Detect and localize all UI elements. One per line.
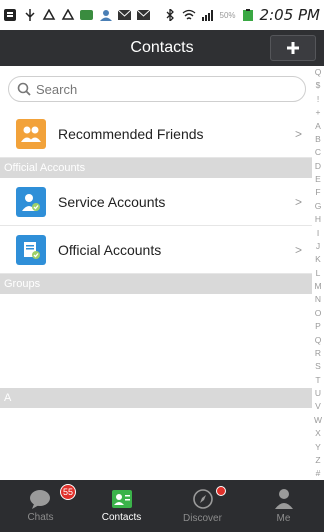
service-accounts-row[interactable]: Service Accounts > xyxy=(0,178,312,226)
recycle-icon xyxy=(61,9,75,20)
index-letter[interactable]: $ xyxy=(316,81,321,90)
tab-me-label: Me xyxy=(276,513,291,524)
recommended-friends-icon xyxy=(16,118,46,149)
index-letter[interactable]: J xyxy=(316,242,320,251)
index-letter[interactable]: E xyxy=(315,175,321,184)
signal-icon xyxy=(201,10,213,21)
contacts-a-list xyxy=(0,408,312,488)
index-letter[interactable]: Q xyxy=(315,68,322,77)
service-accounts-icon xyxy=(16,186,46,217)
tab-contacts[interactable]: Contacts xyxy=(81,480,162,532)
index-letter[interactable]: R xyxy=(315,349,321,358)
status-bar: 50% 2:05 PM xyxy=(0,0,324,30)
bottom-tab-bar: 55 Chats Contacts Discover Me xyxy=(0,480,324,532)
index-letter[interactable]: P xyxy=(315,322,321,331)
email-icon xyxy=(118,9,132,20)
index-letter[interactable]: H xyxy=(315,215,321,224)
section-header-official-accounts: Official Accounts xyxy=(0,158,312,178)
recycle-icon xyxy=(42,9,56,20)
chevron-right-icon: > xyxy=(294,127,302,141)
contacts-card-icon xyxy=(111,490,132,508)
index-letter[interactable]: W xyxy=(314,416,322,425)
tab-me[interactable]: Me xyxy=(243,480,324,532)
official-accounts-label: Official Accounts xyxy=(58,241,162,258)
index-letter[interactable]: + xyxy=(316,108,321,117)
index-letter[interactable]: C xyxy=(315,148,321,157)
add-contact-button[interactable] xyxy=(270,35,316,61)
tab-chats[interactable]: 55 Chats xyxy=(0,480,81,532)
index-letter[interactable]: X xyxy=(315,429,321,438)
index-letter[interactable]: G xyxy=(315,202,322,211)
user-icon xyxy=(100,10,112,21)
tab-chats-label: Chats xyxy=(27,512,54,523)
index-letter[interactable]: K xyxy=(315,255,321,264)
person-icon xyxy=(274,489,293,509)
search-input[interactable] xyxy=(36,81,256,97)
notification-icon xyxy=(4,9,16,21)
groups-list xyxy=(0,294,312,388)
index-letter[interactable]: F xyxy=(315,188,320,197)
index-letter[interactable]: D xyxy=(315,162,321,171)
usb-icon xyxy=(25,9,35,21)
recommended-friends-row[interactable]: Recommended Friends > xyxy=(0,110,312,158)
chevron-right-icon: > xyxy=(294,195,302,209)
section-header-groups: Groups xyxy=(0,274,312,294)
plus-icon xyxy=(287,42,299,54)
tab-discover-label: Discover xyxy=(183,513,222,524)
index-letter[interactable]: ! xyxy=(317,95,319,104)
search-icon xyxy=(17,82,31,96)
index-letter[interactable]: Z xyxy=(315,456,320,465)
clock: 2:05 PM xyxy=(259,6,320,24)
index-letter[interactable]: # xyxy=(316,469,321,478)
search-box[interactable] xyxy=(8,76,306,102)
chat-bubble-icon xyxy=(29,490,50,509)
page-title: Contacts xyxy=(130,39,194,56)
index-letter[interactable]: B xyxy=(315,135,321,144)
app-icon xyxy=(80,10,93,20)
index-letter[interactable]: L xyxy=(316,269,321,278)
index-letter[interactable]: Y xyxy=(315,442,321,452)
index-letter[interactable]: M xyxy=(314,282,321,291)
index-letter[interactable]: A xyxy=(315,121,321,131)
index-letter[interactable]: I xyxy=(317,228,319,238)
bluetooth-icon xyxy=(166,9,174,21)
index-letter[interactable]: T xyxy=(315,376,320,385)
search-bar xyxy=(0,66,312,110)
wifi-icon xyxy=(182,9,195,20)
alphabet-index-bar[interactable]: Q $! + A B C D E F G H I J K L M N O P Q R S T U V W X Y Z # xyxy=(312,66,324,480)
recommended-friends-label: Recommended Friends xyxy=(58,125,204,142)
compass-icon xyxy=(192,489,213,509)
unread-badge: 55 xyxy=(60,484,76,500)
index-letter[interactable]: Q xyxy=(315,335,322,345)
tab-contacts-label: Contacts xyxy=(101,512,142,523)
app-header: Contacts xyxy=(0,30,324,66)
index-letter[interactable]: U xyxy=(315,389,321,398)
new-content-dot xyxy=(216,486,226,496)
battery-icon xyxy=(242,9,253,21)
index-letter[interactable]: V xyxy=(315,402,321,411)
index-letter[interactable]: O xyxy=(315,309,322,318)
official-accounts-icon xyxy=(16,234,46,265)
tab-discover[interactable]: Discover xyxy=(162,480,243,532)
service-accounts-label: Service Accounts xyxy=(58,193,166,210)
battery-percent: 50% xyxy=(219,10,236,20)
email-icon xyxy=(137,9,151,20)
section-header-a: A xyxy=(0,388,312,408)
chevron-right-icon: > xyxy=(294,243,302,257)
index-letter[interactable]: N xyxy=(315,295,321,304)
index-letter[interactable]: S xyxy=(315,362,321,371)
contacts-list: Recommended Friends > Official Accounts … xyxy=(0,110,312,488)
official-accounts-row[interactable]: Official Accounts > xyxy=(0,226,312,274)
